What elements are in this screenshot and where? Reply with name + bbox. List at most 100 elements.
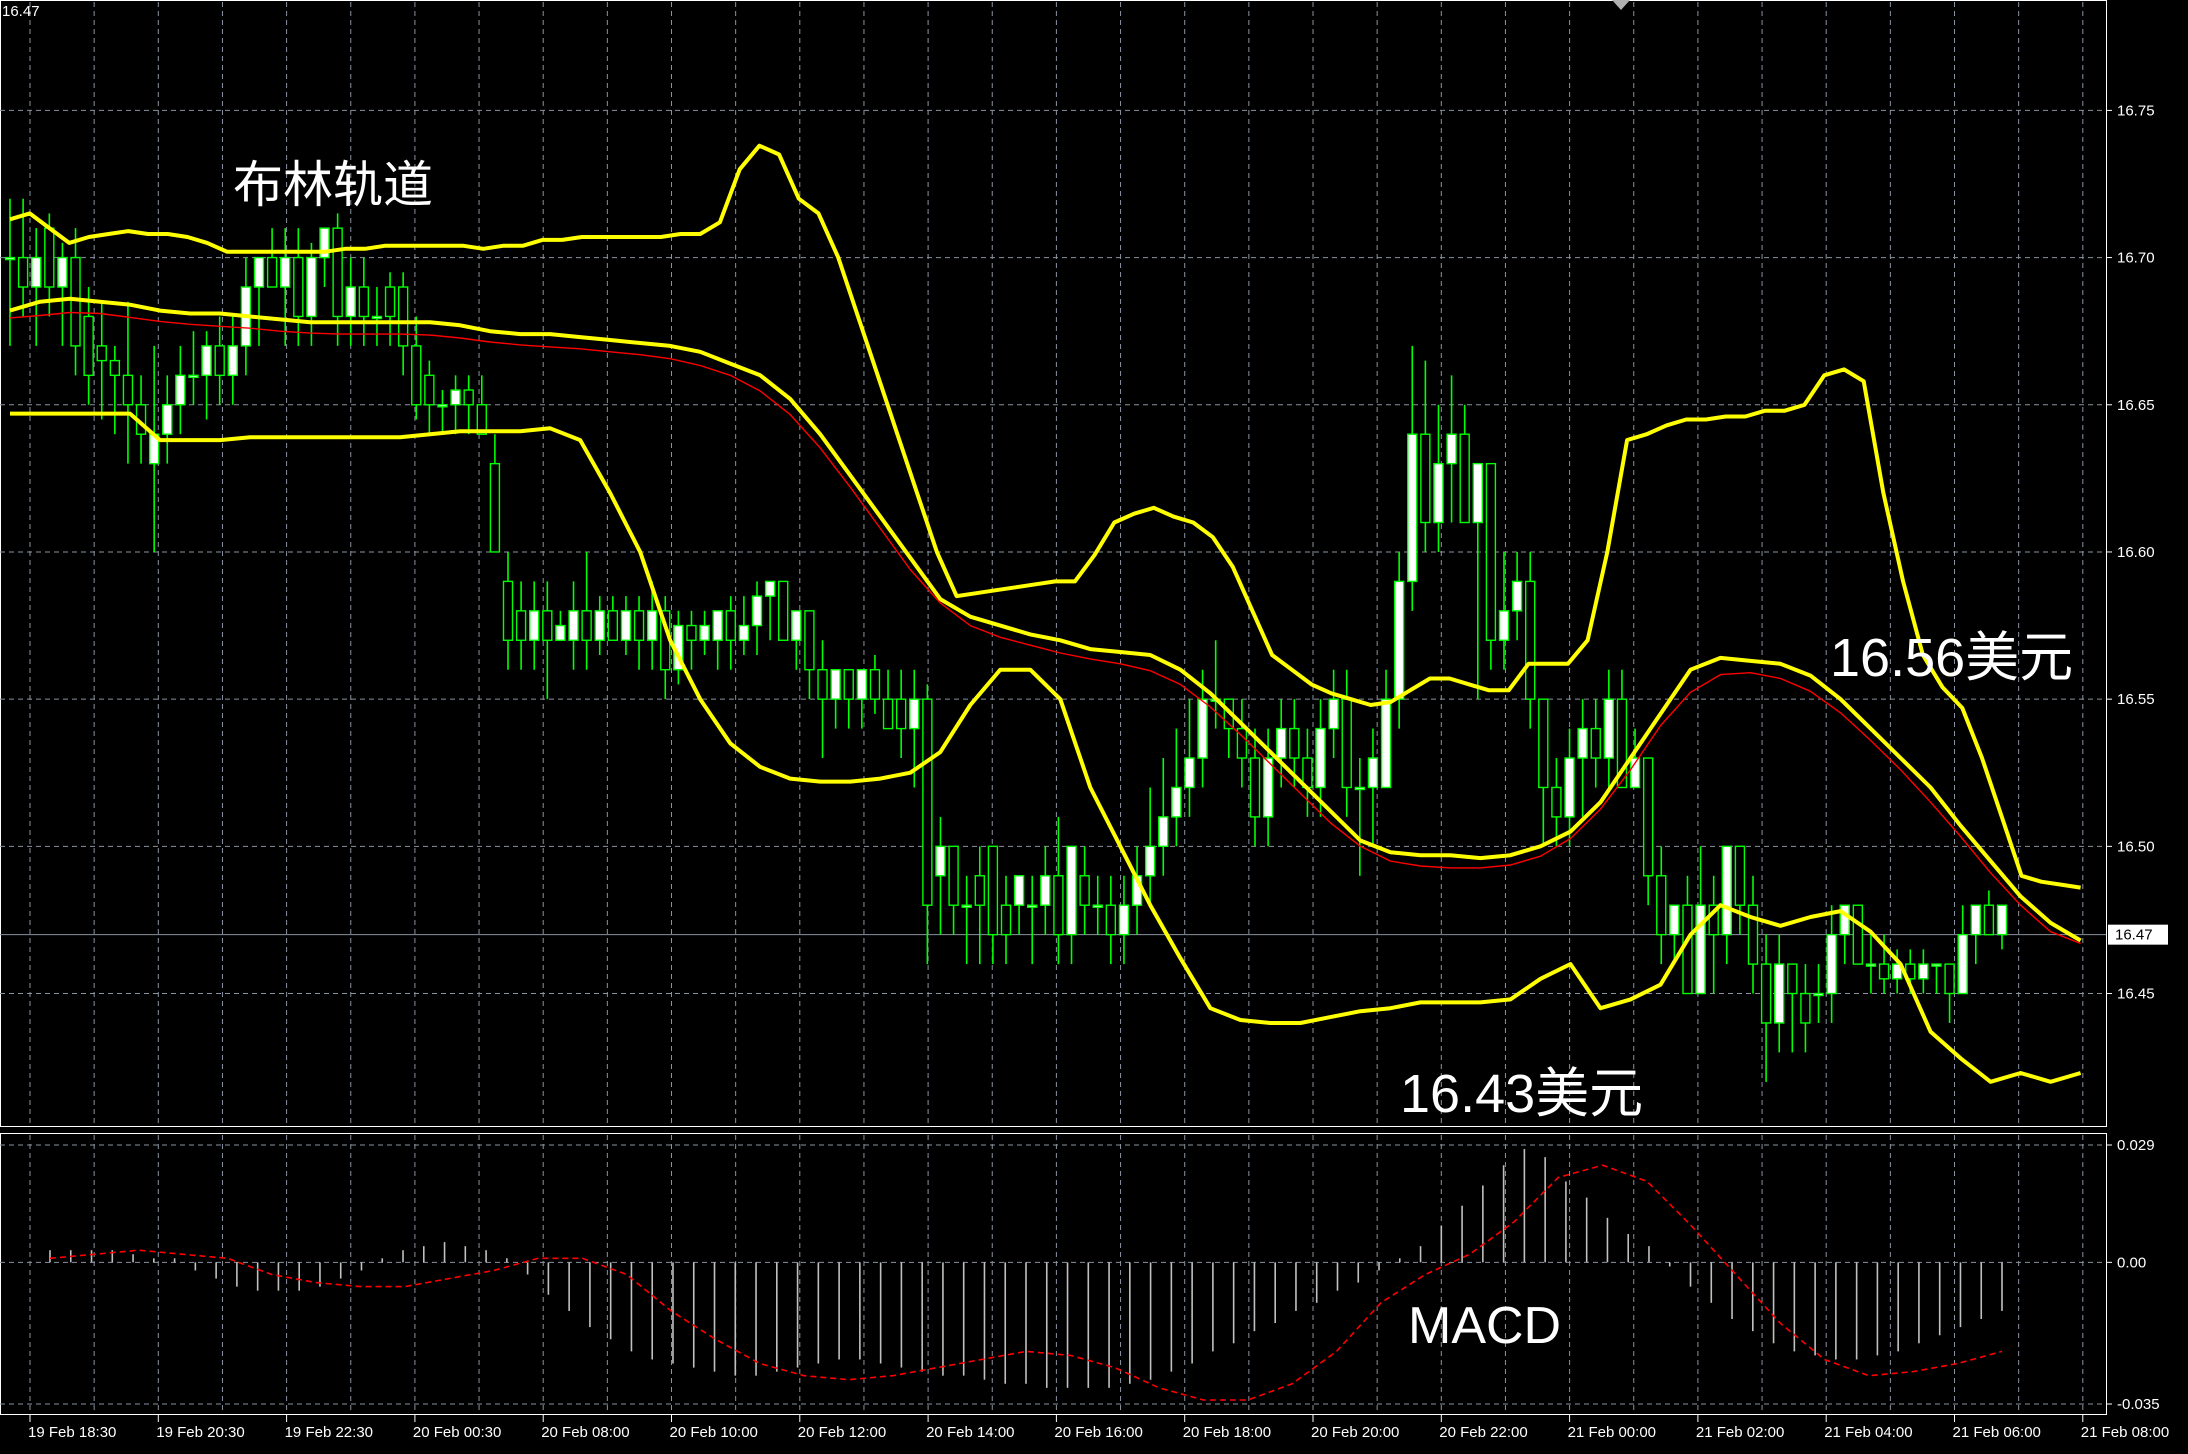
- candle-body[interactable]: [1787, 963, 1798, 995]
- candle-body[interactable]: [57, 256, 68, 288]
- candle-body[interactable]: [1393, 580, 1405, 700]
- candle-body[interactable]: [1013, 875, 1025, 906]
- candle-body[interactable]: [17, 256, 29, 288]
- candle-body[interactable]: [1734, 845, 1746, 906]
- candle-body[interactable]: [227, 345, 238, 377]
- candle-body[interactable]: [175, 374, 186, 406]
- candle-body[interactable]: [424, 374, 435, 406]
- candle-body[interactable]: [778, 580, 789, 641]
- candle-body[interactable]: [332, 227, 343, 318]
- candle-body[interactable]: [1066, 845, 1077, 936]
- candle-body[interactable]: [1525, 580, 1536, 700]
- candle-body[interactable]: [1774, 963, 1785, 1024]
- candle-body[interactable]: [1459, 433, 1470, 524]
- candle-body[interactable]: [1852, 904, 1864, 965]
- candle-body[interactable]: [1092, 904, 1103, 908]
- candle-body[interactable]: [633, 610, 645, 641]
- candle-body[interactable]: [1289, 727, 1300, 759]
- candle-body[interactable]: [1315, 727, 1326, 789]
- candle-body[interactable]: [1695, 904, 1706, 995]
- candle-body[interactable]: [1642, 757, 1654, 877]
- candle-body[interactable]: [948, 845, 959, 906]
- candle-body[interactable]: [751, 595, 763, 627]
- candle-body[interactable]: [109, 359, 121, 377]
- candle-body[interactable]: [987, 845, 999, 936]
- candle-body[interactable]: [1184, 757, 1195, 789]
- candle-body[interactable]: [1328, 698, 1339, 730]
- candle-body[interactable]: [1262, 757, 1274, 818]
- candle-body[interactable]: [1656, 875, 1667, 936]
- candle-body[interactable]: [188, 374, 199, 379]
- candle-body[interactable]: [44, 227, 55, 288]
- candle-body[interactable]: [974, 875, 985, 906]
- candle-body[interactable]: [895, 698, 907, 730]
- candle-body[interactable]: [725, 610, 736, 641]
- candle-body[interactable]: [542, 610, 553, 641]
- candle-body[interactable]: [555, 624, 566, 641]
- candle-body[interactable]: [280, 256, 291, 288]
- candle-body[interactable]: [1105, 904, 1117, 936]
- candle-body[interactable]: [437, 404, 448, 408]
- candle-body[interactable]: [1826, 933, 1837, 995]
- candle-body[interactable]: [306, 256, 317, 318]
- candle-body[interactable]: [122, 374, 134, 406]
- candle-body[interactable]: [529, 610, 540, 641]
- candle-body[interactable]: [882, 698, 894, 730]
- candle-body[interactable]: [489, 462, 501, 553]
- candle-body[interactable]: [1367, 757, 1379, 789]
- candle-body[interactable]: [856, 669, 868, 700]
- candle-body[interactable]: [1380, 698, 1392, 789]
- candle-body[interactable]: [1538, 698, 1549, 789]
- candle-body[interactable]: [1983, 904, 1995, 936]
- candle-body[interactable]: [162, 404, 173, 435]
- candle-body[interactable]: [1407, 433, 1418, 583]
- candle-body[interactable]: [961, 904, 972, 908]
- candle-body[interactable]: [1760, 963, 1772, 1024]
- candle-body[interactable]: [384, 286, 396, 318]
- candle-body[interactable]: [646, 610, 658, 641]
- candle-body[interactable]: [830, 669, 841, 700]
- candle-body[interactable]: [922, 698, 933, 906]
- candle-body[interactable]: [1551, 786, 1562, 818]
- candle-body[interactable]: [699, 624, 710, 641]
- candle-body[interactable]: [1800, 992, 1811, 1024]
- candle-body[interactable]: [712, 610, 723, 641]
- candle-body[interactable]: [935, 845, 946, 877]
- candle-body[interactable]: [1957, 933, 1968, 995]
- candle-body[interactable]: [1472, 462, 1483, 524]
- candle-body[interactable]: [1996, 904, 2008, 936]
- candle-body[interactable]: [83, 315, 94, 377]
- candle-body[interactable]: [345, 286, 356, 318]
- candle-body[interactable]: [1669, 904, 1680, 936]
- candle-body[interactable]: [1577, 727, 1588, 759]
- candle-body[interactable]: [1721, 845, 1732, 936]
- candle-body[interactable]: [1341, 698, 1352, 789]
- candle-body[interactable]: [358, 286, 370, 318]
- candle-body[interactable]: [1433, 462, 1444, 524]
- candle-body[interactable]: [1603, 698, 1615, 759]
- candle-body[interactable]: [1813, 992, 1824, 997]
- candle-body[interactable]: [620, 610, 632, 641]
- candle-body[interactable]: [31, 256, 42, 288]
- candle-body[interactable]: [1158, 816, 1169, 848]
- candle-body[interactable]: [1144, 845, 1156, 877]
- candle-body[interactable]: [70, 256, 81, 347]
- candle-body[interactable]: [1485, 462, 1497, 641]
- candle-body[interactable]: [1865, 963, 1877, 967]
- candle-body[interactable]: [1420, 433, 1431, 524]
- candle-body[interactable]: [568, 610, 579, 641]
- candle-body[interactable]: [371, 315, 383, 320]
- candle-body[interactable]: [1931, 963, 1942, 967]
- candle-body[interactable]: [1249, 757, 1261, 818]
- candle-body[interactable]: [1970, 904, 1981, 936]
- candle-body[interactable]: [1040, 875, 1051, 906]
- candle-body[interactable]: [253, 256, 265, 288]
- candle-body[interactable]: [397, 286, 409, 347]
- candle-body[interactable]: [1446, 433, 1457, 465]
- candle-body[interactable]: [293, 256, 304, 318]
- candle-body[interactable]: [1511, 580, 1523, 612]
- candle-body[interactable]: [515, 610, 527, 641]
- candle-body[interactable]: [96, 345, 107, 362]
- candle-body[interactable]: [1118, 904, 1130, 936]
- candle-body[interactable]: [1171, 786, 1182, 818]
